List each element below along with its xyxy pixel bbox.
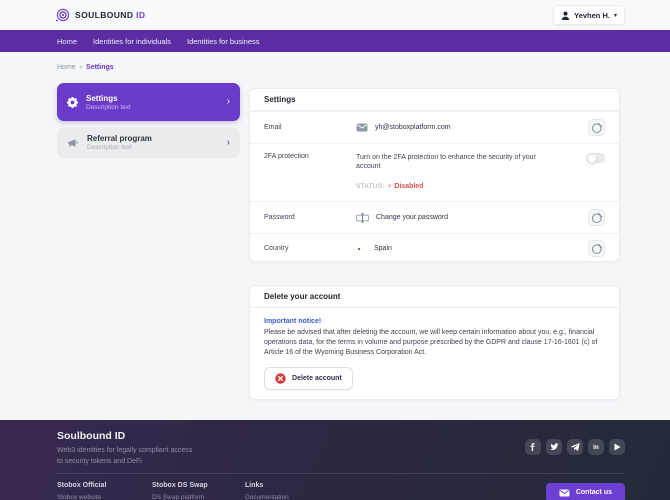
chevron-down-icon: ▾ — [613, 12, 617, 19]
toggle-knob — [588, 154, 596, 163]
delete-panel-title: Delete your account — [250, 286, 619, 308]
footer-brand: Soulbound ID — [57, 430, 126, 442]
brand-logo[interactable]: SOULBOUND ID — [55, 8, 145, 23]
content-area: Home › Settings Settings Description tex… — [0, 52, 670, 420]
email-label: Email — [264, 124, 282, 131]
country-label: Country — [264, 245, 289, 252]
footer-col-stobox-ds-swap: Stobox DS Swap — [152, 482, 208, 489]
country-row: Country Spain — [250, 233, 619, 261]
twitter-icon[interactable] — [546, 439, 562, 455]
breadcrumb-current: Settings — [86, 64, 114, 71]
twofa-label: 2FA protection — [264, 153, 309, 160]
user-menu-button[interactable]: Yevhen H. ▾ — [553, 5, 625, 25]
main-nav: Home Identities for individuals Identiti… — [0, 30, 670, 52]
spain-flag-icon — [356, 245, 367, 253]
breadcrumb-separator: › — [79, 64, 83, 71]
status-label: STATUS: — [356, 182, 385, 190]
delete-button-label: Delete account — [292, 375, 342, 383]
page: SOULBOUND ID Yevhen H. ▾ Home Identities… — [0, 0, 670, 500]
twofa-toggle[interactable] — [586, 153, 605, 163]
settings-panel: Settings Email yh@stoboxplatform.com 2FA… — [249, 88, 620, 262]
twofa-status: STATUS: × Disabled — [356, 183, 558, 190]
country-value: Spain — [374, 245, 392, 252]
contact-us-label: Contact us — [575, 489, 612, 496]
delete-cross-icon — [275, 373, 286, 385]
footer-col-stobox-official: Stobox Official — [57, 482, 107, 489]
sidebar-settings-description: Description text — [86, 103, 131, 111]
important-notice-title: Important notice! — [264, 318, 322, 325]
sidebar-referral-title: Referral program — [87, 134, 152, 143]
social-links: in — [525, 439, 625, 455]
gear-icon — [67, 96, 78, 108]
delete-account-button[interactable]: Delete account — [264, 367, 353, 391]
top-header: SOULBOUND ID Yevhen H. ▾ — [0, 0, 670, 30]
footer-link[interactable]: DS Swap platform — [152, 494, 245, 500]
footer-tagline: Web3 identities for legally compliant ac… — [57, 447, 193, 465]
contact-us-button[interactable]: Contact us — [545, 483, 625, 500]
user-name: Yevhen H. — [574, 10, 610, 20]
edit-password-button[interactable] — [588, 209, 605, 226]
status-value: Disabled — [394, 182, 424, 190]
edit-email-button[interactable] — [588, 119, 605, 136]
edit-country-button[interactable] — [588, 240, 605, 257]
password-value[interactable]: Change your password — [376, 214, 448, 221]
nav-item-identities-business[interactable]: Identities for business — [187, 37, 260, 46]
settings-panel-title: Settings — [250, 89, 619, 111]
email-row: Email yh@stoboxplatform.com — [250, 111, 619, 143]
footer-columns: Stobox Official Stobox website Stobox DS… — [57, 482, 335, 500]
password-row: Password Change your password — [250, 201, 619, 233]
breadcrumb-home[interactable]: Home — [57, 64, 76, 71]
footer-link[interactable]: Documentation — [245, 494, 335, 500]
nav-item-identities-individuals[interactable]: Identities for individuals — [93, 37, 171, 46]
footer: Soulbound ID Web3 identities for legally… — [0, 420, 670, 500]
soulbound-logo-icon — [55, 8, 70, 23]
twofa-description: Turn on the 2FA protection to enhance th… — [356, 154, 536, 171]
sidebar-item-referral-program[interactable]: Referral program Description text › — [57, 127, 240, 158]
chevron-right-icon: › — [226, 96, 230, 107]
footer-link[interactable]: Stobox website — [57, 494, 152, 500]
email-value: yh@stoboxplatform.com — [375, 124, 451, 131]
footer-col-links: Links — [245, 482, 264, 489]
youtube-icon[interactable] — [609, 439, 625, 455]
envelope-icon — [559, 489, 570, 497]
sidebar-referral-description: Description text — [87, 144, 132, 151]
facebook-icon[interactable] — [525, 439, 541, 455]
password-label: Password — [264, 214, 295, 221]
settings-sidebar: Settings Description text › Referral pro… — [57, 83, 240, 158]
important-notice-body: Please be advised that after deleting th… — [264, 329, 598, 357]
sidebar-item-settings[interactable]: Settings Description text › — [57, 83, 240, 121]
breadcrumb: Home › Settings — [57, 64, 114, 71]
footer-divider — [57, 473, 625, 474]
status-cross-icon: × — [387, 182, 392, 190]
user-icon — [561, 11, 570, 20]
twofa-row: 2FA protection Turn on the 2FA protectio… — [250, 143, 619, 201]
envelope-icon — [356, 123, 368, 132]
password-field-icon — [356, 212, 369, 223]
brand-name: SOULBOUND ID — [75, 10, 146, 20]
linkedin-icon[interactable]: in — [588, 439, 604, 455]
nav-item-home[interactable]: Home — [57, 37, 77, 46]
sidebar-settings-title: Settings — [86, 93, 118, 103]
telegram-icon[interactable] — [567, 439, 583, 455]
chevron-right-icon: › — [226, 136, 230, 148]
megaphone-icon — [67, 138, 79, 148]
delete-account-panel: Delete your account Important notice! Pl… — [249, 285, 620, 400]
